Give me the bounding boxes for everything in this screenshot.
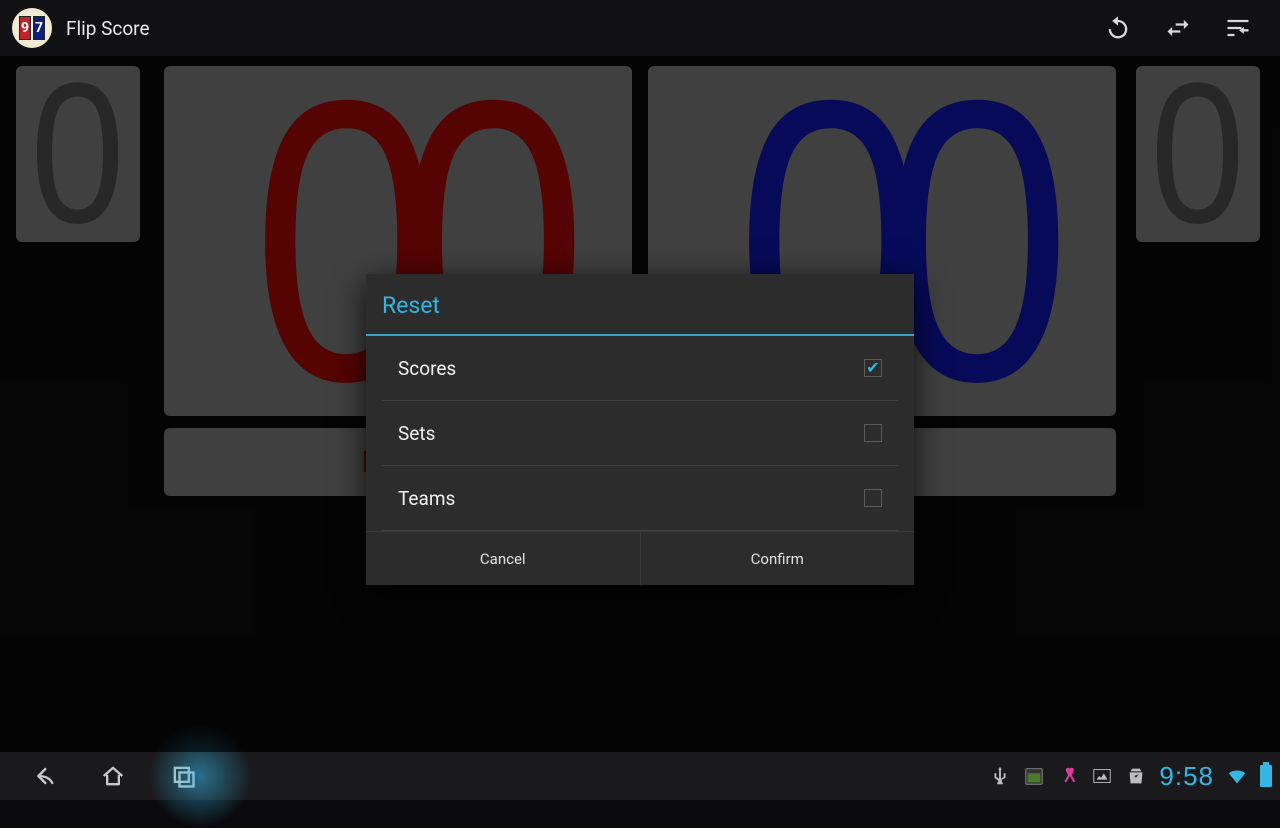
picture-status-icon bbox=[1091, 765, 1113, 787]
undo-icon bbox=[1104, 14, 1132, 42]
confirm-button[interactable]: Confirm bbox=[640, 532, 915, 585]
ribbon-icon bbox=[1057, 765, 1079, 787]
action-bar: 97 Flip Score bbox=[0, 0, 1280, 56]
status-clock: 9:58 bbox=[1159, 761, 1214, 792]
option-label: Sets bbox=[398, 422, 435, 445]
shopping-status-icon bbox=[1125, 765, 1147, 787]
content-area: 0 00 00 0 Home Away Reset Scores Sets Te… bbox=[0, 56, 1280, 752]
reset-option-teams[interactable]: Teams bbox=[382, 466, 898, 531]
app-title: Flip Score bbox=[66, 17, 150, 40]
dialog-button-bar: Cancel Confirm bbox=[366, 531, 914, 585]
calendar-status-icon bbox=[1023, 765, 1045, 787]
home-icon bbox=[99, 762, 127, 790]
checkbox-scores[interactable] bbox=[864, 359, 882, 377]
reset-dialog: Reset Scores Sets Teams Cancel Confirm bbox=[366, 274, 914, 585]
back-icon bbox=[29, 762, 57, 790]
wifi-icon bbox=[1226, 765, 1248, 787]
checkbox-sets[interactable] bbox=[864, 424, 882, 442]
sliders-icon bbox=[1224, 14, 1252, 42]
reset-action-button[interactable] bbox=[1088, 0, 1148, 56]
home-nav-button[interactable] bbox=[78, 752, 148, 800]
usb-icon bbox=[989, 765, 1011, 787]
status-icons: 9:58 bbox=[989, 752, 1272, 800]
option-label: Scores bbox=[398, 357, 456, 380]
reset-option-scores[interactable]: Scores bbox=[382, 336, 898, 401]
cancel-button[interactable]: Cancel bbox=[366, 532, 640, 585]
dialog-title: Reset bbox=[366, 274, 914, 336]
system-bar: 9:58 bbox=[0, 752, 1280, 800]
swap-icon bbox=[1164, 14, 1192, 42]
battery-icon bbox=[1260, 765, 1272, 787]
back-nav-button[interactable] bbox=[8, 752, 78, 800]
recent-apps-icon bbox=[169, 762, 197, 790]
recent-nav-button[interactable] bbox=[148, 752, 218, 800]
option-label: Teams bbox=[398, 487, 455, 510]
reset-option-sets[interactable]: Sets bbox=[382, 401, 898, 466]
checkbox-teams[interactable] bbox=[864, 489, 882, 507]
